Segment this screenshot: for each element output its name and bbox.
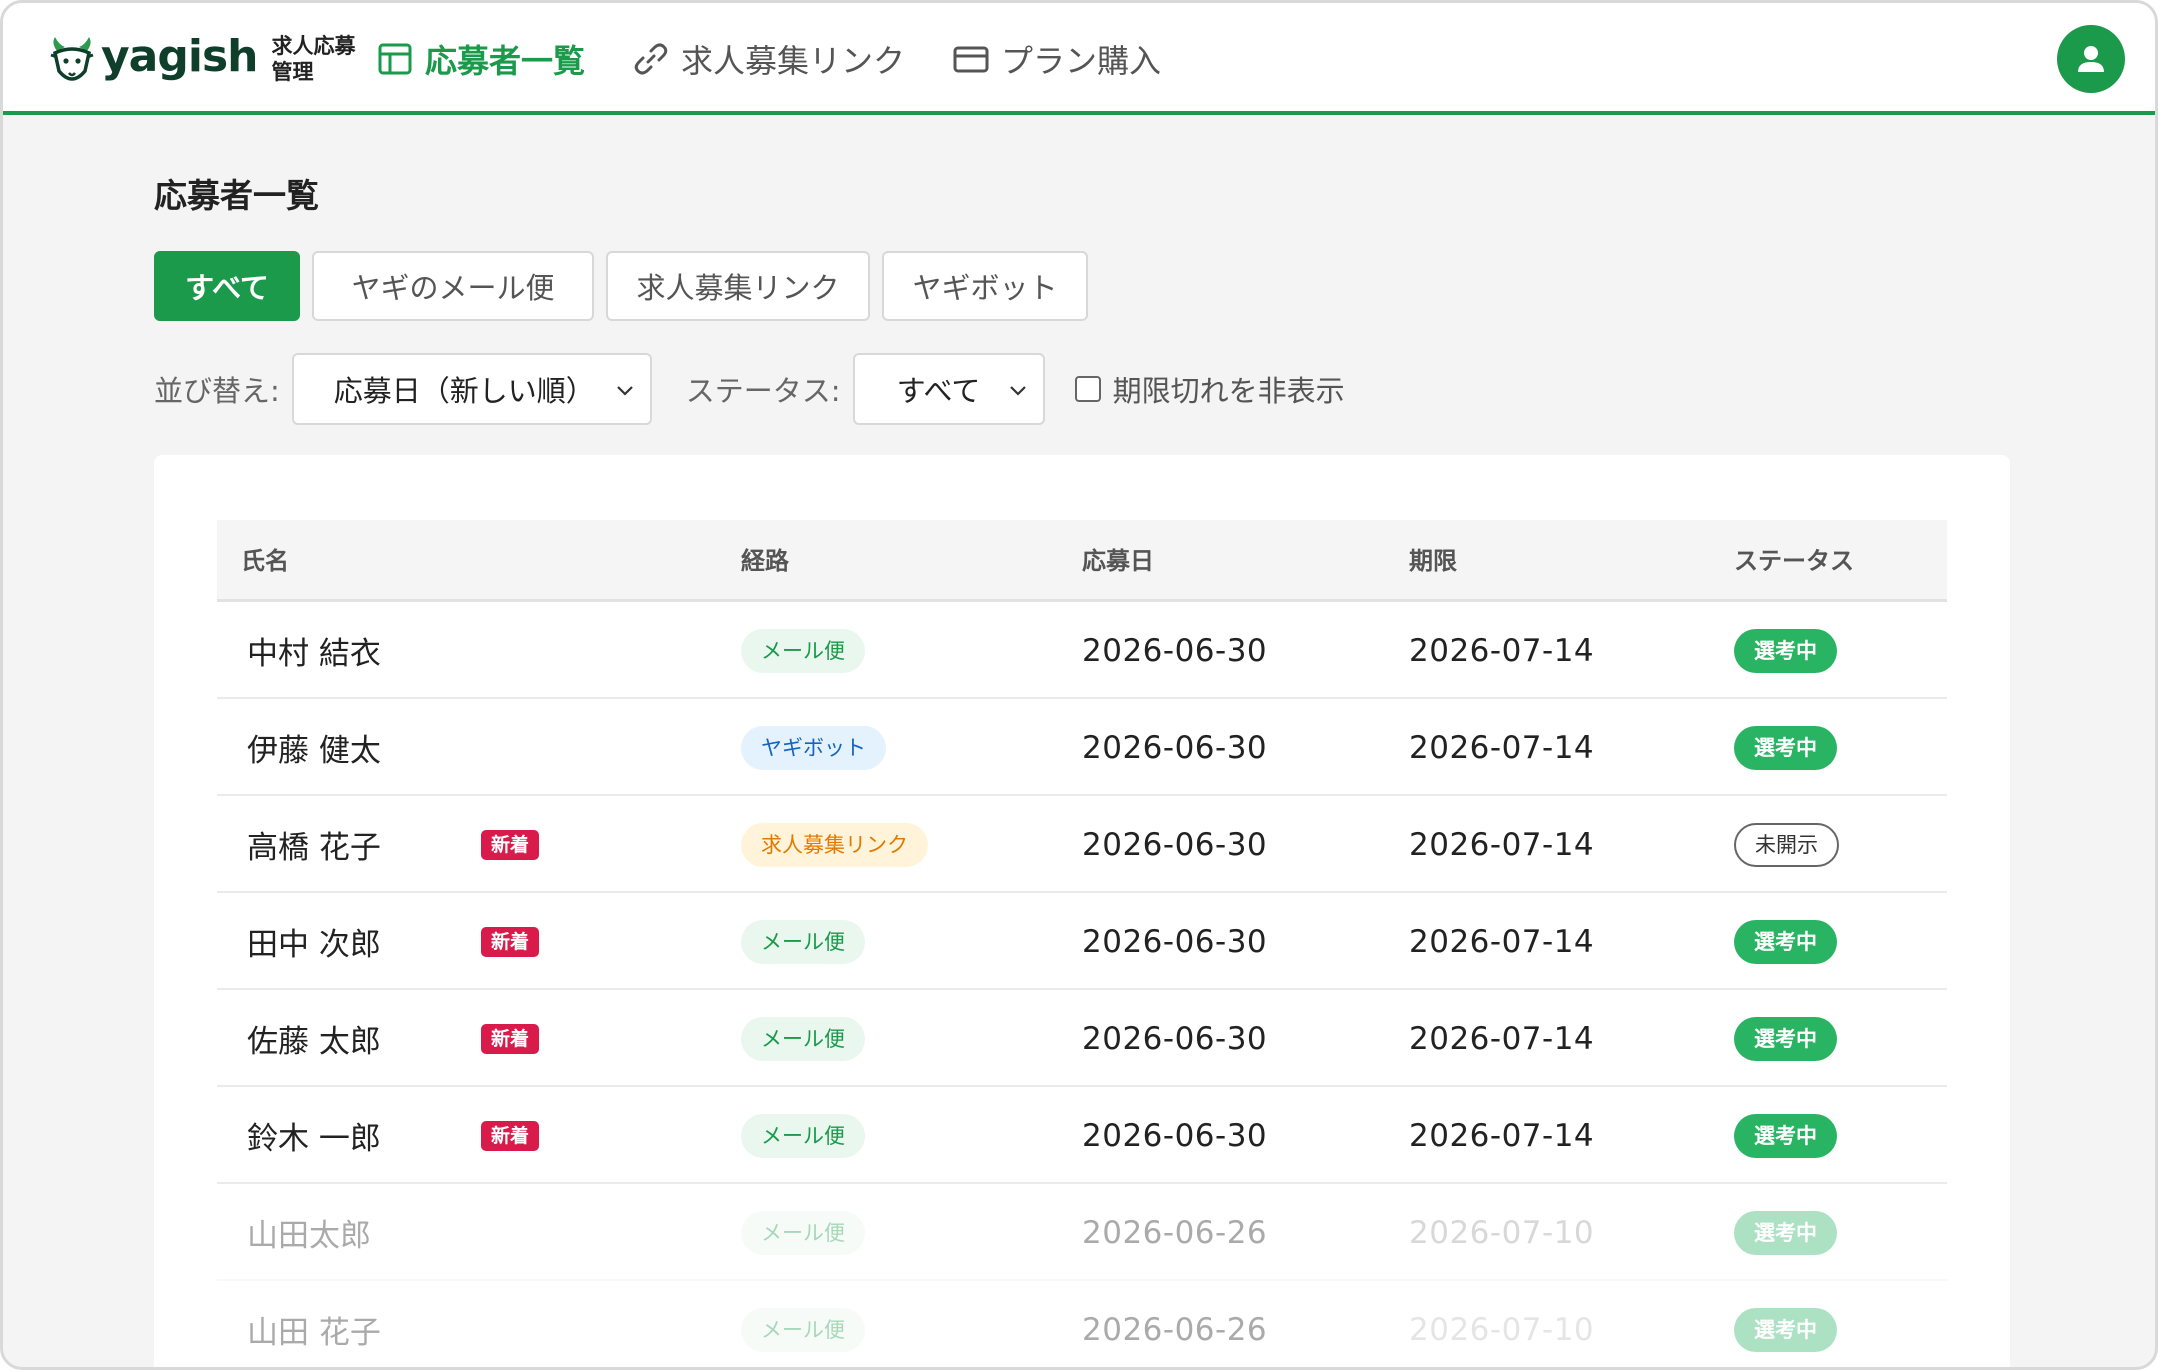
table-row[interactable]: 山田 花子 メール便 2026-06-26 2026-07-10 選考中: [217, 1281, 1947, 1367]
due-date: 2026-07-14: [1409, 1020, 1595, 1057]
table-row[interactable]: 山田太郎 メール便 2026-06-26 2026-07-10 選考中: [217, 1184, 1947, 1281]
filter-bar: 並び替え: 応募日（新しい順） ステータス: すべて 期限切れを非表示: [154, 353, 1345, 425]
status-select-value: すべて: [896, 374, 981, 408]
table-row[interactable]: 中村 結衣 メール便 2026-06-30 2026-07-14 選考中: [217, 602, 1947, 699]
tab-job-link[interactable]: 求人募集リンク: [606, 251, 870, 321]
applied-date: 2026-06-30: [1082, 826, 1268, 863]
status-badge: 選考中: [1734, 725, 1837, 770]
table-row[interactable]: 佐藤 太郎 新着 メール便 2026-06-30 2026-07-14 選考中: [217, 990, 1947, 1087]
due-date: 2026-07-14: [1409, 1117, 1595, 1154]
col-name: 氏名: [241, 547, 289, 575]
tab-yagi-mail[interactable]: ヤギのメール便: [312, 251, 594, 321]
status-badge: 選考中: [1734, 1210, 1837, 1255]
due-date: 2026-07-14: [1409, 923, 1595, 960]
due-date: 2026-07-10: [1409, 1311, 1595, 1348]
main-nav: 応募者一覧 求人募集リンク プラン購入: [375, 33, 1207, 85]
status-badge: 選考中: [1734, 1307, 1837, 1352]
status-filter-label: ステータス:: [685, 374, 841, 408]
user-icon: [2078, 46, 2104, 72]
nav-job-links-label: 求人募集リンク: [681, 42, 906, 80]
user-avatar-button[interactable]: [2057, 25, 2125, 93]
link-icon: [634, 43, 668, 75]
new-badge: 新着: [481, 926, 540, 957]
sort-select[interactable]: 応募日（新しい順）: [291, 353, 652, 425]
col-route: 経路: [741, 547, 789, 575]
route-tabs: すべて ヤギのメール便 求人募集リンク ヤギボット: [154, 251, 1100, 321]
col-due: 期限: [1409, 547, 1457, 575]
applicant-name[interactable]: 鈴木 一郎: [247, 1113, 381, 1158]
due-date: 2026-07-10: [1409, 1214, 1595, 1251]
route-badge: メール便: [741, 1210, 865, 1255]
sort-select-value: 応募日（新しい順）: [333, 374, 595, 408]
due-date: 2026-07-14: [1409, 729, 1595, 766]
new-badge: 新着: [481, 829, 540, 860]
table-body: 中村 結衣 メール便 2026-06-30 2026-07-14 選考中 伊藤 健太 ヤギボ…: [217, 602, 1947, 1367]
route-badge: メール便: [741, 1113, 865, 1158]
chevron-down-icon: [617, 386, 633, 396]
applied-date: 2026-06-30: [1082, 1020, 1268, 1057]
applied-date: 2026-06-26: [1082, 1311, 1268, 1348]
applicant-name[interactable]: 佐藤 太郎: [247, 1016, 381, 1061]
nav-plan-purchase[interactable]: プラン購入: [951, 36, 1161, 82]
applicants-card: 氏名 経路 応募日 期限 ステータス 中村 結衣 メール便 2026-06-30 20…: [154, 455, 2010, 1367]
applied-date: 2026-06-26: [1082, 1214, 1268, 1251]
logo[interactable]: yagish 求人応募管理: [47, 27, 367, 91]
applicant-name[interactable]: 山田 花子: [247, 1307, 381, 1352]
applicant-name[interactable]: 高橋 花子: [247, 822, 381, 867]
new-badge: 新着: [481, 1023, 540, 1054]
new-badge: 新着: [481, 1120, 540, 1151]
nav-applicants[interactable]: 応募者一覧: [375, 36, 585, 82]
applied-date: 2026-06-30: [1082, 729, 1268, 766]
route-badge: ヤギボット: [741, 725, 886, 770]
credit-card-icon: [953, 46, 989, 73]
col-applied: 応募日: [1082, 547, 1154, 575]
layout-icon: [378, 43, 412, 75]
hide-expired-checkbox[interactable]: [1074, 376, 1101, 402]
applied-date: 2026-06-30: [1082, 1117, 1268, 1154]
route-badge: メール便: [741, 628, 865, 673]
applied-date: 2026-06-30: [1082, 632, 1268, 669]
table-row[interactable]: 高橋 花子 新着 求人募集リンク 2026-06-30 2026-07-14 未開示: [217, 796, 1947, 893]
table-row[interactable]: 鈴木 一郎 新着 メール便 2026-06-30 2026-07-14 選考中: [217, 1087, 1947, 1184]
table-row[interactable]: 伊藤 健太 ヤギボット 2026-06-30 2026-07-14 選考中: [217, 699, 1947, 796]
applied-date: 2026-06-30: [1082, 923, 1268, 960]
status-select[interactable]: すべて: [852, 353, 1045, 425]
app-window: yagish 求人応募管理 応募者一覧 求人募集リンク プラン購入 応募者一覧 …: [0, 0, 2158, 1370]
tab-yagi-bot[interactable]: ヤギボット: [882, 251, 1088, 321]
nav-job-links[interactable]: 求人募集リンク: [631, 36, 905, 82]
status-badge: 選考中: [1734, 1016, 1837, 1061]
applicant-name[interactable]: 伊藤 健太: [247, 725, 381, 770]
table-header: 氏名 経路 応募日 期限 ステータス: [217, 520, 1947, 602]
status-badge: 選考中: [1734, 628, 1837, 673]
goat-logo-icon: [50, 37, 94, 81]
table-row[interactable]: 田中 次郎 新着 メール便 2026-06-30 2026-07-14 選考中: [217, 893, 1947, 990]
nav-plan-purchase-label: プラン購入: [1001, 42, 1162, 80]
sort-label: 並び替え:: [154, 374, 280, 408]
col-status: ステータス: [1734, 547, 1854, 575]
nav-applicants-label: 応募者一覧: [425, 42, 586, 80]
logo-subtitle: 求人応募管理: [271, 34, 356, 84]
chevron-down-icon: [1009, 386, 1026, 396]
status-badge: 選考中: [1734, 919, 1837, 964]
hide-expired-label[interactable]: 期限切れを非表示: [1113, 368, 1345, 410]
applicant-name[interactable]: 田中 次郎: [247, 919, 381, 964]
due-date: 2026-07-14: [1409, 826, 1595, 863]
status-badge: 未開示: [1734, 822, 1839, 867]
page-title: 応募者一覧: [154, 176, 319, 215]
tab-all[interactable]: すべて: [154, 251, 300, 321]
top-header: yagish 求人応募管理 応募者一覧 求人募集リンク プラン購入: [3, 3, 2155, 115]
route-badge: メール便: [741, 1016, 865, 1061]
applicants-table: 氏名 経路 応募日 期限 ステータス 中村 結衣 メール便 2026-06-30 20…: [217, 520, 1947, 1367]
applicant-name[interactable]: 中村 結衣: [247, 628, 381, 673]
due-date: 2026-07-14: [1409, 632, 1595, 669]
logo-wordmark: yagish: [101, 30, 258, 82]
route-badge: メール便: [741, 1307, 865, 1352]
route-badge: 求人募集リンク: [741, 822, 928, 867]
applicant-name[interactable]: 山田太郎: [247, 1210, 371, 1255]
route-badge: メール便: [741, 919, 865, 964]
status-badge: 選考中: [1734, 1113, 1837, 1158]
